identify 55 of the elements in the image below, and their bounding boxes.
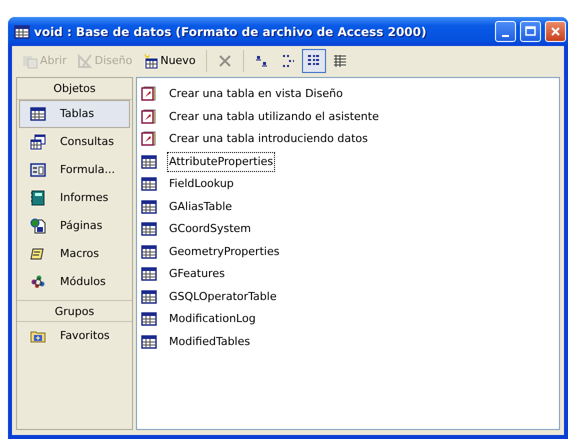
table-item[interactable]: AttributeProperties [167,152,276,172]
wizard-shortcut[interactable]: Crear una tabla utilizando el asistente [167,106,381,127]
sidebar-item[interactable]: Páginas [19,212,130,240]
table-icon [141,311,157,328]
table-icon [141,154,157,170]
wizard-shortcut[interactable]: Crear una tabla introduciendo datos [167,129,370,150]
maximize-button[interactable] [520,21,541,42]
sidebar-item[interactable]: Tablas [19,100,130,128]
table-item[interactable]: GCoordSystem [167,219,253,240]
new-table-icon [142,53,158,69]
web-page-icon [30,218,46,234]
table-icon [141,266,157,282]
sidebar-item[interactable]: Formula... [19,156,130,184]
table-icon [141,334,157,350]
large-icons-icon [254,53,270,69]
wizard-shortcut[interactable]: Crear una tabla en vista Diseño [167,84,345,104]
table-item[interactable]: GeometryProperties [167,242,282,262]
new-button[interactable]: Nuevo [138,49,200,73]
sidebar-item[interactable]: Módulos [19,268,130,296]
open-icon [22,53,38,69]
table-icon [141,176,157,192]
table-item[interactable]: ModifiedTables [167,332,252,352]
minimize-button[interactable] [495,21,516,42]
table-icon [141,221,157,238]
design-icon [76,53,93,69]
table-icon [30,106,46,122]
table-item[interactable]: GAliasTable [167,196,234,217]
delete-icon [216,53,233,69]
query-icon [30,134,46,150]
close-button[interactable] [545,21,566,42]
table-icon [141,244,157,260]
sidebar-item[interactable]: Consultas [19,128,130,156]
window-title: void : Base de datos (Formato de archivo de Access 2000) [34,24,428,40]
wizard-icon [141,131,157,148]
table-icon [141,198,157,215]
sidebar-item[interactable]: Favoritos [19,322,130,350]
table-item[interactable]: ModificationLog [167,309,258,330]
scroll-icon [30,246,46,262]
group-header: Grupos [17,300,132,322]
table-icon [141,288,157,305]
report-icon [30,190,46,206]
module-icon [30,274,46,290]
form-icon [30,162,46,178]
table-item[interactable]: FieldLookup [167,174,236,194]
wizard-icon [141,108,157,125]
wizard-icon [141,86,157,102]
maximize-icon [523,24,538,39]
table-item[interactable]: GFeatures [167,264,227,284]
list-view-button[interactable] [302,49,326,73]
sidebar-item[interactable]: Macros [19,240,130,268]
table-item[interactable]: GSQLOperatorTable [167,286,279,307]
details-view-icon [332,53,348,69]
sidebar-item[interactable]: Informes [19,184,130,212]
minimize-icon [502,34,509,36]
database-icon [14,24,30,40]
